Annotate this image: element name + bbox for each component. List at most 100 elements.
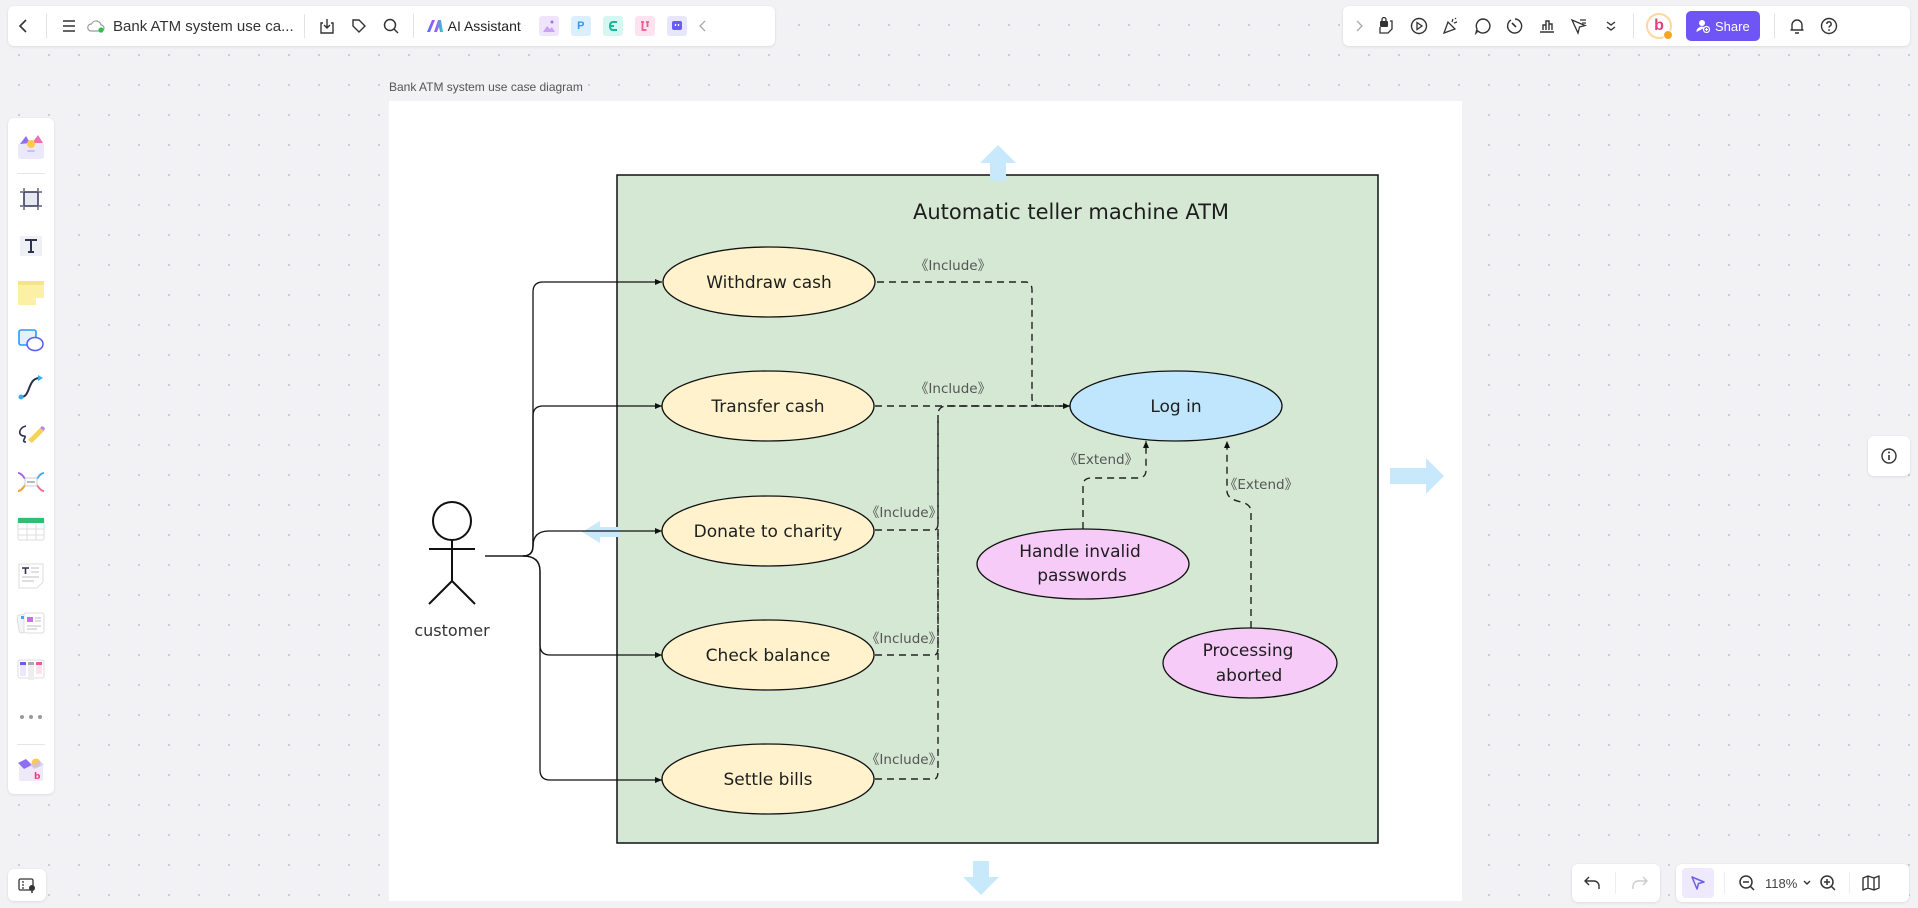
connector-icon bbox=[18, 375, 43, 400]
actor-customer[interactable]: customer bbox=[414, 501, 490, 640]
document-title[interactable]: Bank ATM system use ca... bbox=[113, 18, 294, 35]
use-case-label-line1: Processing bbox=[1203, 641, 1294, 661]
zoom-in-button[interactable] bbox=[1815, 867, 1841, 899]
chat-icon bbox=[671, 21, 682, 30]
tool-sticky-note[interactable] bbox=[13, 275, 49, 310]
pointer-icon bbox=[1691, 876, 1705, 890]
user-avatar[interactable]: b bbox=[1646, 13, 1673, 40]
zoom-out-button[interactable] bbox=[1735, 867, 1759, 899]
include-label: 《Include》 bbox=[915, 381, 991, 397]
app-presentation-button[interactable]: P bbox=[570, 16, 591, 36]
actor-body bbox=[428, 540, 476, 605]
expand-toolbar-button[interactable] bbox=[1347, 10, 1371, 42]
more-tools-button[interactable] bbox=[1595, 10, 1627, 42]
use-case-log-in[interactable]: Log in bbox=[1069, 370, 1283, 442]
expand-down-arrow-icon[interactable] bbox=[963, 861, 999, 895]
tool-templates[interactable] bbox=[13, 129, 49, 164]
notifications-button[interactable] bbox=[1781, 10, 1813, 42]
tool-plugins[interactable]: b bbox=[13, 752, 49, 787]
download-icon bbox=[319, 19, 334, 34]
avatar-letter: b bbox=[1654, 17, 1664, 34]
tool-more[interactable] bbox=[13, 700, 49, 735]
share-user-icon bbox=[1696, 20, 1710, 33]
use-case-settle-bills[interactable]: Settle bills bbox=[661, 743, 875, 815]
app-chat-button[interactable] bbox=[666, 16, 687, 36]
expand-left-arrow-icon[interactable] bbox=[582, 521, 620, 543]
vote-icon bbox=[1540, 20, 1554, 33]
collapse-apps-button[interactable] bbox=[693, 10, 713, 42]
celebrate-button[interactable] bbox=[1435, 10, 1467, 42]
timer-button[interactable] bbox=[1499, 10, 1531, 42]
app-image-generator-button[interactable] bbox=[538, 16, 559, 36]
app-flowchart-button[interactable] bbox=[634, 16, 655, 36]
outline-panel-button[interactable] bbox=[8, 869, 46, 901]
main-menu-button[interactable] bbox=[53, 10, 85, 42]
laser-pointer-icon bbox=[1570, 18, 1587, 35]
ai-assistant-label: AI Assistant bbox=[447, 18, 521, 34]
use-case-transfer-cash[interactable]: Transfer cash bbox=[661, 370, 875, 442]
undo-button[interactable] bbox=[1576, 867, 1608, 899]
present-button[interactable] bbox=[1403, 10, 1435, 42]
info-panel-button[interactable] bbox=[1868, 436, 1910, 476]
tool-card[interactable] bbox=[13, 605, 49, 640]
tool-frame[interactable] bbox=[13, 181, 49, 216]
card-icon bbox=[17, 612, 45, 634]
tool-mind-map[interactable] bbox=[13, 464, 49, 499]
use-case-diagram: Automatic teller machine ATM customer 《I… bbox=[414, 145, 1444, 895]
mind-map-icon bbox=[17, 471, 45, 492]
use-case-withdraw-cash[interactable]: Withdraw cash bbox=[662, 246, 876, 318]
laser-pointer-button[interactable] bbox=[1563, 10, 1595, 42]
more-horizontal-icon bbox=[20, 715, 42, 720]
template-button[interactable] bbox=[1371, 10, 1403, 42]
minimap-button[interactable] bbox=[1858, 867, 1884, 899]
expand-right-arrow-icon[interactable] bbox=[1390, 458, 1444, 494]
zoom-level[interactable]: 118% bbox=[1765, 876, 1797, 891]
use-case-label: Withdraw cash bbox=[706, 273, 832, 293]
bell-icon bbox=[1790, 19, 1804, 34]
frame-icon bbox=[20, 187, 42, 210]
use-case-label: Transfer cash bbox=[710, 397, 824, 417]
select-tool-button[interactable] bbox=[1682, 868, 1714, 898]
mindmap-icon bbox=[608, 21, 617, 31]
divider bbox=[17, 743, 45, 745]
chevron-left-icon bbox=[698, 20, 706, 32]
redo-icon bbox=[1632, 876, 1649, 889]
tool-connector[interactable] bbox=[13, 370, 49, 405]
hamburger-icon bbox=[63, 20, 75, 32]
tool-pen[interactable] bbox=[13, 417, 49, 452]
download-button[interactable] bbox=[311, 10, 343, 42]
divider bbox=[17, 173, 45, 175]
use-case-label-line1: Handle invalid bbox=[1019, 542, 1141, 562]
tool-table[interactable] bbox=[13, 511, 49, 546]
help-button[interactable] bbox=[1813, 10, 1845, 42]
template-icon bbox=[1379, 17, 1393, 34]
ai-assistant-button[interactable]: AI Assistant bbox=[420, 18, 527, 34]
divider bbox=[412, 14, 414, 38]
zoom-dropdown-button[interactable] bbox=[1799, 867, 1815, 899]
plugins-box-icon: b bbox=[18, 758, 44, 782]
help-icon bbox=[1820, 17, 1837, 35]
tag-icon bbox=[351, 19, 366, 33]
kanban-icon bbox=[17, 659, 45, 681]
use-case-check-balance[interactable]: Check balance bbox=[661, 619, 875, 691]
tag-button[interactable] bbox=[343, 10, 375, 42]
tool-kanban[interactable] bbox=[13, 653, 49, 688]
outline-icon bbox=[18, 878, 35, 893]
page-label[interactable]: Bank ATM system use case diagram bbox=[389, 80, 583, 94]
tool-text[interactable] bbox=[13, 228, 49, 263]
use-case-processing-aborted[interactable]: Processing aborted bbox=[1162, 627, 1338, 699]
minimap-icon bbox=[1862, 875, 1880, 891]
use-case-donate-to-charity[interactable]: Donate to charity bbox=[661, 495, 875, 567]
comment-button[interactable] bbox=[1467, 10, 1499, 42]
tool-shapes[interactable] bbox=[13, 323, 49, 358]
tool-text-document[interactable] bbox=[13, 558, 49, 593]
search-button[interactable] bbox=[375, 10, 407, 42]
vote-button[interactable] bbox=[1531, 10, 1563, 42]
sync-status bbox=[85, 10, 107, 42]
app-mindmap-button[interactable] bbox=[602, 16, 623, 36]
share-button[interactable]: Share bbox=[1686, 11, 1760, 41]
use-case-handle-invalid-passwords[interactable]: Handle invalid passwords bbox=[976, 528, 1190, 600]
use-case-label-line2: aborted bbox=[1216, 666, 1283, 686]
back-button[interactable] bbox=[8, 10, 40, 42]
redo-button[interactable] bbox=[1624, 867, 1656, 899]
